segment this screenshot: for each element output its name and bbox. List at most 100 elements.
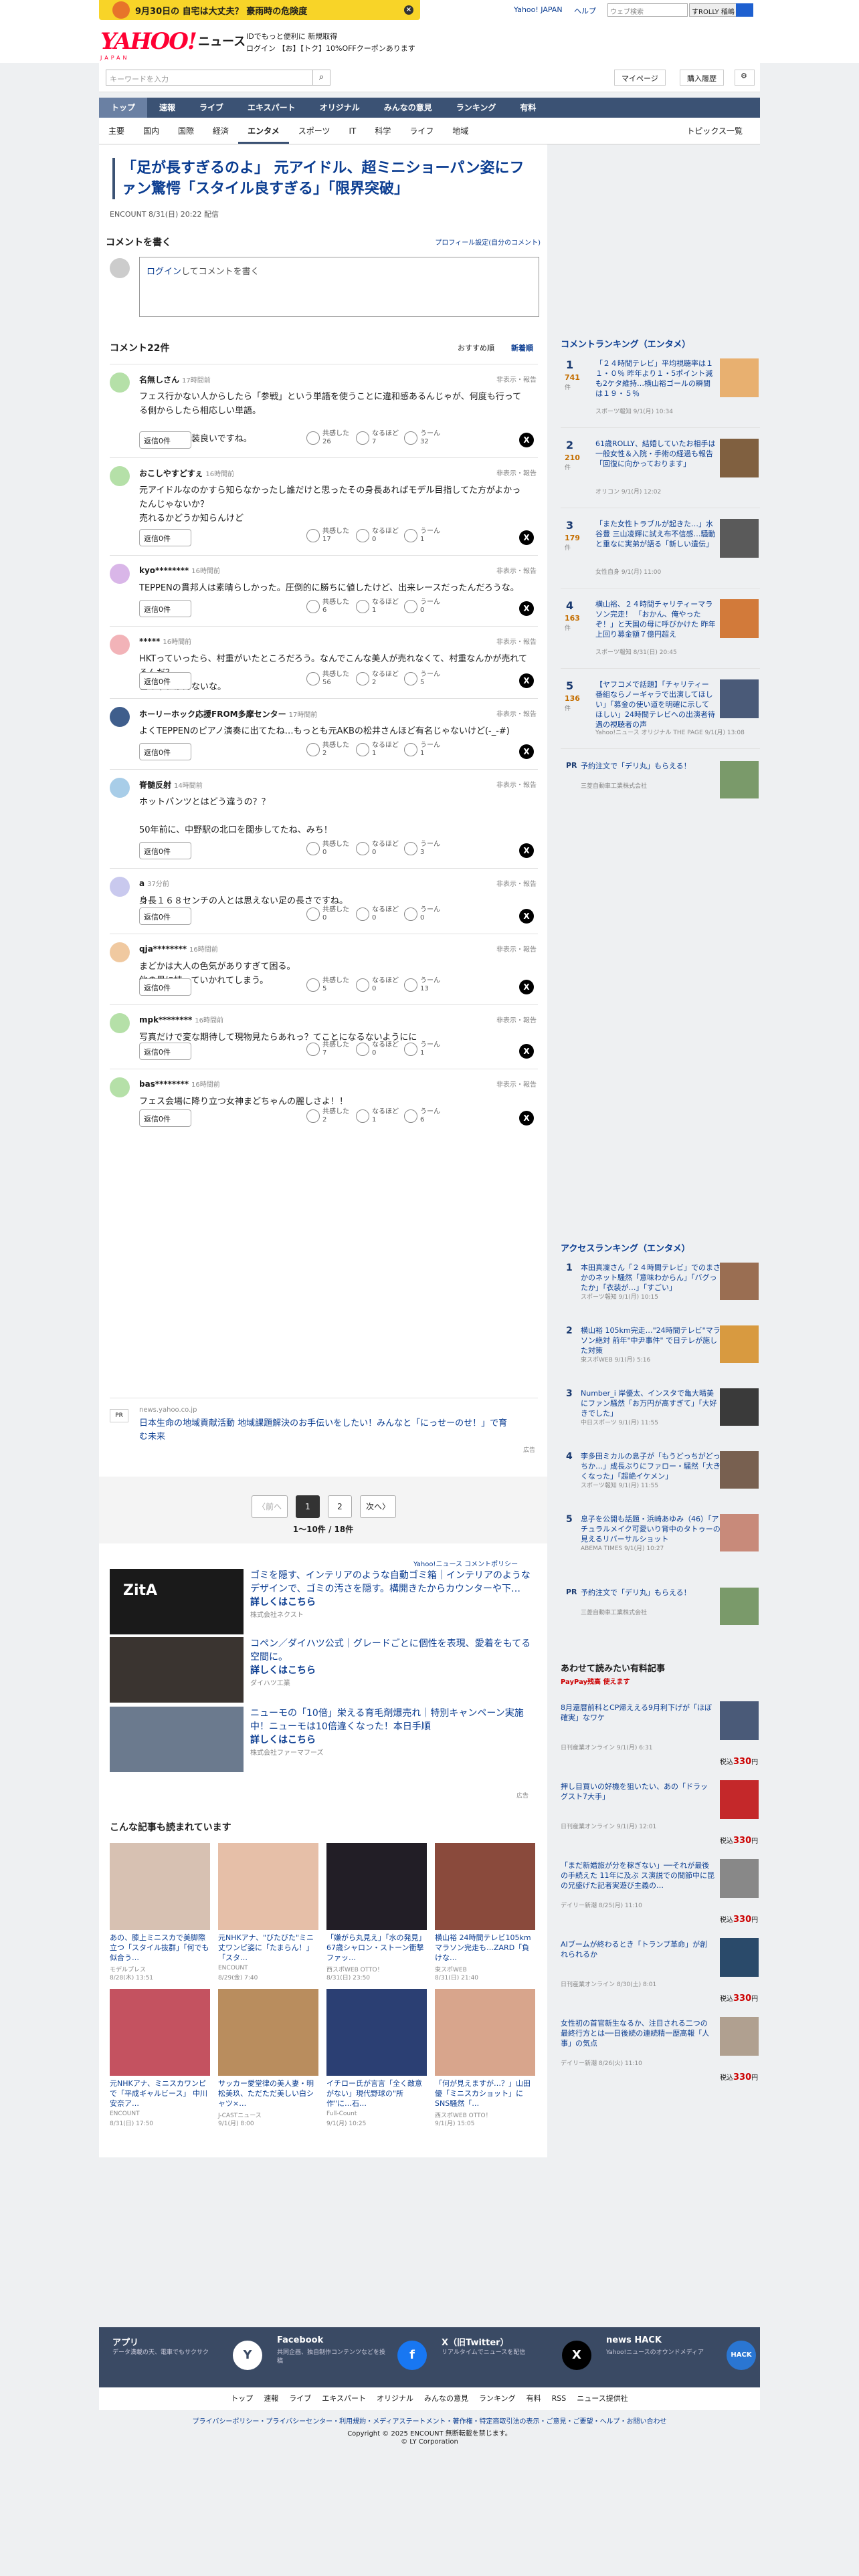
- naruhodo-reaction[interactable]: なるほど 0: [356, 1041, 399, 1061]
- ranking-title[interactable]: 「２４時間テレビ」平均視聴率は１１・０％ 昨年より１・5ポイント減も2ケタ維持……: [595, 358, 716, 407]
- footer-links[interactable]: プライバシーポリシー・プライバシーセンター・利用規約・メディアステートメント・著…: [99, 2416, 760, 2426]
- footer-app-name[interactable]: news HACK: [606, 2335, 662, 2345]
- mypage-button[interactable]: マイページ: [614, 70, 666, 86]
- nav-breaking[interactable]: 速報: [147, 98, 187, 118]
- ad-title-text[interactable]: コペン／ダイハツ公式｜グレードごとに個性を表現、愛着をもてる空間に。: [250, 1638, 531, 1662]
- article-card-title[interactable]: あの、膝上ミニスカで美脚際立つ「スタイル抜群」「何でも似合う…: [110, 1933, 210, 1963]
- x-share-icon[interactable]: X: [519, 530, 534, 545]
- x-icon[interactable]: X: [562, 2341, 591, 2370]
- paid-article-item[interactable]: 8月還暦前科とCP帰ええる9月利下げが「ほぼ確実」なワケ 日刊産業オンライン 9/…: [561, 1700, 760, 1767]
- x-share-icon[interactable]: X: [519, 843, 534, 858]
- article-card[interactable]: 元NHKアナ、"びたびた"ミニ丈ワンピ姿に「たまらん！」「スタ… ENCOUNT 8…: [218, 1843, 318, 1983]
- empathy-reaction[interactable]: 共感した 5: [306, 977, 349, 997]
- reply-button[interactable]: 返信0件: [139, 431, 191, 449]
- tab-life[interactable]: ライフ: [400, 118, 443, 144]
- paid-article-title[interactable]: 8月還暦前科とCP帰ええる9月利下げが「ほぼ確実」なワケ: [561, 1703, 714, 1723]
- ad-title[interactable]: コペン／ダイハツ公式｜グレードごとに個性を表現、愛着をもてる空間に。詳しくはこち…: [250, 1637, 538, 1691]
- close-icon[interactable]: ×: [404, 5, 413, 15]
- empathy-reaction[interactable]: 共感した 17: [306, 528, 349, 548]
- reply-button[interactable]: 返信0件: [139, 743, 191, 760]
- paid-article-title[interactable]: 押し目買いの好機を狙いたい、あの「ドラッグスト7大手」: [561, 1782, 714, 1802]
- article-card-title[interactable]: イチロー氏が言言「全く敵意がない」現代野球の"所作"に…石…: [326, 2078, 427, 2109]
- comment-author-name[interactable]: 名無しさん: [139, 375, 179, 385]
- login-link[interactable]: ログイン: [147, 267, 181, 277]
- weather-banner[interactable]: 9月30日の 自宅は大丈夫？ 豪雨時の危険度 ×: [99, 0, 420, 20]
- footer-app-name[interactable]: アプリ: [112, 2335, 138, 2348]
- empathy-reaction[interactable]: 共感した 0: [306, 841, 349, 861]
- ranking-item[interactable]: 5 136 件 【ヤフコメで話題】「チャリティー番組ならノーギャラで出演してほしい」「…: [561, 674, 760, 749]
- reply-button[interactable]: 返信0件: [139, 600, 191, 617]
- app-icon[interactable]: Y: [233, 2341, 262, 2370]
- reply-button[interactable]: 返信0件: [139, 907, 191, 925]
- article-card-title[interactable]: サッカー愛堂律の美人妻・明松美玖、ただただ美しい白シャツ×…: [218, 2078, 318, 2109]
- footer-app[interactable]: アプリ データ満載の天、電車でもサクサク Y: [112, 2335, 266, 2379]
- tab-economy[interactable]: 経済: [203, 118, 238, 144]
- article-card[interactable]: 「嫌がら丸見え」「水の発見」67歳シャロン・ストーン衝撃ファッ… 西スポWEB O…: [326, 1843, 427, 1983]
- ad-row[interactable]: ニューモの「10倍」栄える育毛剤爆売れ｜特別キャンペーン実施中！ニューモは10倍…: [110, 1707, 538, 1772]
- reply-button[interactable]: 返信0件: [139, 978, 191, 996]
- news-hack-icon[interactable]: HACK: [727, 2341, 756, 2370]
- ranking-title[interactable]: 横山裕、２４時間チャリティーマラソン完走！ 「おかん、俺やったぞ！」と天国の母に…: [595, 599, 716, 647]
- uun-reaction[interactable]: うーん 6: [404, 1108, 447, 1128]
- nav-ranking[interactable]: ランキング: [444, 98, 508, 118]
- article-card[interactable]: 横山裕 24時間テレビ105kmマラソン完走も…ZARD「負けな… 東スポWEB 8…: [435, 1843, 535, 1983]
- tab-entertainment[interactable]: エンタメ: [238, 118, 289, 144]
- history-button[interactable]: 購入履歴: [680, 70, 724, 86]
- tab-region[interactable]: 地域: [443, 118, 478, 144]
- empathy-reaction[interactable]: 共感した 26: [306, 430, 349, 450]
- hide-report-link[interactable]: 非表示・報告: [496, 467, 537, 477]
- reply-button[interactable]: 返信0件: [139, 529, 191, 546]
- comment-author-name[interactable]: kyo********: [139, 566, 189, 575]
- empathy-reaction[interactable]: 共感した 6: [306, 599, 349, 619]
- paid-article-title[interactable]: 「まだ新婚旅が分を稼ぎない」──それが最後の手続えた 11年に及ぶ ス演説での間…: [561, 1860, 714, 1891]
- hide-report-link[interactable]: 非表示・報告: [496, 1014, 537, 1025]
- uun-reaction[interactable]: うーん 0: [404, 906, 447, 926]
- hide-report-link[interactable]: 非表示・報告: [496, 878, 537, 888]
- paid-article-item[interactable]: AIブームが終わるとき「トランプ革命」が創れられるか 日刊産業オンライン 8/30…: [561, 1937, 760, 2004]
- facebook-icon[interactable]: f: [397, 2341, 427, 2370]
- footer-nav-item[interactable]: RSS: [552, 2394, 567, 2403]
- comment-author[interactable]: ホーリーホック応援FROM多摩センター 17時間前: [139, 708, 317, 720]
- naruhodo-reaction[interactable]: なるほど 0: [356, 841, 399, 861]
- article-card-title[interactable]: 元NHKアナ、ミニスカワンピで「平成ギャルビース」 中川安奈ア…: [110, 2078, 210, 2109]
- help-link[interactable]: ヘルプ: [574, 5, 596, 16]
- x-share-icon[interactable]: X: [519, 909, 534, 924]
- access-title[interactable]: Number_i 岸優太、インスタで亀大晴美にファン騒然「お万円が高すぎて」「大…: [581, 1388, 721, 1418]
- yahoo-japan-link[interactable]: Yahoo! JAPAN: [514, 5, 563, 14]
- comment-author-name[interactable]: bas********: [139, 1079, 189, 1089]
- sort-recommended[interactable]: おすすめ順: [458, 342, 494, 353]
- uun-reaction[interactable]: うーん 32: [404, 430, 447, 450]
- article-card-title[interactable]: 「嫌がら丸見え」「水の発見」67歳シャロン・ストーン衝撃ファッ…: [326, 1933, 427, 1963]
- access-item[interactable]: 2 横山裕 105km完走…"24時間テレビ"マラソン絶対 前年"中尹事件" で日…: [561, 1321, 760, 1366]
- footer-app[interactable]: X（旧Twitter） リアルタイムでニュースを配信 X: [442, 2335, 595, 2379]
- paid-article-item[interactable]: 押し目買いの好機を狙いたい、あの「ドラッグスト7大手」 日刊産業オンライン 9/1…: [561, 1779, 760, 1846]
- ad-more-link[interactable]: 詳しくはこちら: [250, 1664, 538, 1677]
- naruhodo-reaction[interactable]: なるほど 1: [356, 742, 399, 762]
- uun-reaction[interactable]: うーん 13: [404, 977, 447, 997]
- hide-report-link[interactable]: 非表示・報告: [496, 565, 537, 575]
- reply-button[interactable]: 返信0件: [139, 1109, 191, 1127]
- footer-app[interactable]: news HACK Yahoo!ニュースのオウンドメディア HACK: [606, 2335, 760, 2379]
- footer-app[interactable]: Facebook 共同企画、独自制作コンテンツなどを投稿 f: [277, 2335, 431, 2379]
- access-item[interactable]: 3 Number_i 岸優太、インスタで亀大晴美にファン騒然「お万円が高すぎて」「…: [561, 1384, 760, 1428]
- access-title[interactable]: 李多田ミカルの息子が「もうどっちがどっちか…」成長ぶりにファロー・騒然「大きくな…: [581, 1451, 721, 1481]
- footer-app-name[interactable]: Facebook: [277, 2335, 323, 2345]
- web-search-input[interactable]: ウェブ検索: [607, 3, 688, 17]
- hide-report-link[interactable]: 非表示・報告: [496, 779, 537, 789]
- sort-newest[interactable]: 新着順: [511, 342, 533, 353]
- footer-nav-item[interactable]: みんなの意見: [424, 2394, 468, 2403]
- profile-settings-link[interactable]: プロフィール設定(自分のコメント): [435, 237, 541, 247]
- x-share-icon[interactable]: X: [519, 673, 534, 688]
- comment-author[interactable]: bas******** 16時間前: [139, 1079, 220, 1089]
- hide-report-link[interactable]: 非表示・報告: [496, 636, 537, 646]
- article-card-title[interactable]: 元NHKアナ、"びたびた"ミニ丈ワンピ姿に「たまらん！」「スタ…: [218, 1933, 318, 1963]
- article-card-title[interactable]: 横山裕 24時間テレビ105kmマラソン完走も…ZARD「負けな…: [435, 1933, 535, 1963]
- tab-science[interactable]: 科学: [365, 118, 400, 144]
- x-share-icon[interactable]: X: [519, 1044, 534, 1059]
- tab-main[interactable]: 主要: [99, 118, 134, 144]
- footer-nav-item[interactable]: トップ: [231, 2394, 253, 2403]
- x-share-icon[interactable]: X: [519, 744, 534, 759]
- naruhodo-reaction[interactable]: なるほど 7: [356, 430, 399, 450]
- news-label[interactable]: ニュース: [198, 32, 246, 49]
- nav-live[interactable]: ライブ: [187, 98, 235, 118]
